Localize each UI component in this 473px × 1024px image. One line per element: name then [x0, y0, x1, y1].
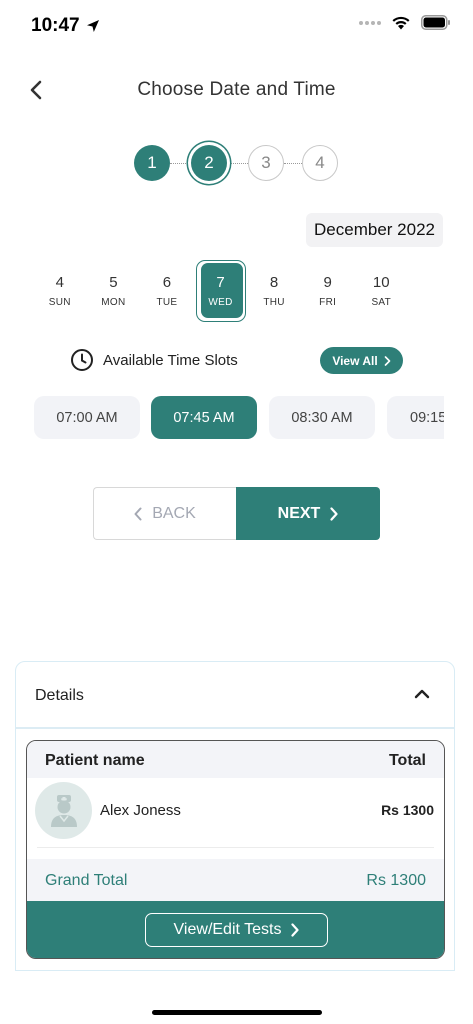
day-fri[interactable]: 9 FRI: [301, 262, 355, 322]
chevron-up-icon: [414, 689, 430, 699]
location-arrow-icon: [86, 20, 99, 32]
details-title: Details: [35, 687, 84, 704]
grand-total-row: Grand Total Rs 1300: [27, 859, 444, 901]
time-slot-list[interactable]: 07:00 AM 07:45 AM 08:30 AM 09:15 AM: [34, 396, 444, 442]
row-divider: [37, 847, 434, 848]
progress-stepper: 1 2 3 4: [0, 143, 473, 185]
month-selector[interactable]: December 2022: [306, 213, 443, 247]
day-wed-selected[interactable]: 7 WED: [194, 260, 248, 322]
details-panel: Details Patient name Total Alex Joness R…: [15, 661, 455, 971]
step-connector: [228, 163, 250, 164]
cellular-signal-icon: [359, 20, 381, 25]
day-number: 5: [109, 274, 118, 291]
step-connector: [170, 163, 192, 164]
chevron-right-icon: [291, 923, 300, 937]
view-all-button[interactable]: View All: [320, 347, 403, 374]
day-number: 10: [372, 274, 390, 291]
next-button[interactable]: NEXT: [236, 487, 380, 540]
summary-footer: View/Edit Tests: [27, 901, 444, 958]
status-icons: [359, 15, 451, 30]
time-slot-selected[interactable]: 07:45 AM: [151, 396, 257, 439]
clock-icon: [71, 349, 93, 371]
day-name: TUE: [156, 297, 178, 308]
day-thu[interactable]: 8 THU: [247, 262, 301, 322]
doctor-user-icon: [50, 794, 77, 827]
step-2: 2: [191, 145, 227, 181]
home-indicator[interactable]: [152, 1010, 322, 1015]
day-name: SUN: [48, 297, 71, 308]
view-edit-tests-label: View/Edit Tests: [173, 921, 282, 938]
patient-total: Rs 1300: [381, 802, 434, 818]
header: Choose Date and Time: [0, 70, 473, 110]
page-title: Choose Date and Time: [137, 79, 336, 100]
step-connector: [284, 163, 302, 164]
chevron-left-icon: [134, 507, 142, 520]
day-name: SAT: [371, 297, 392, 308]
status-time: 10:47: [31, 15, 100, 37]
status-time-text: 10:47: [31, 15, 80, 36]
time-slots-heading: Available Time Slots: [103, 352, 238, 369]
summary-header-row: Patient name Total: [27, 741, 444, 778]
day-number: 9: [323, 274, 332, 291]
day-number: 6: [162, 274, 172, 291]
day-sun[interactable]: 4 SUN: [33, 262, 87, 322]
selected-day-outline: [195, 260, 246, 322]
order-summary-card: Patient name Total Alex Joness Rs 1300 G…: [26, 740, 445, 959]
view-edit-tests-button[interactable]: View/Edit Tests: [145, 913, 328, 947]
patient-name-column: Patient name: [45, 752, 145, 769]
patient-name: Alex Joness: [100, 802, 181, 819]
time-slot[interactable]: 08:30 AM: [269, 396, 375, 439]
step-4: 4: [302, 145, 338, 181]
grand-total-label: Grand Total: [45, 872, 128, 889]
chevron-right-icon: [330, 506, 338, 521]
next-button-label: NEXT: [277, 504, 321, 522]
day-name: FRI: [319, 297, 337, 308]
step-navigation: BACK NEXT: [93, 487, 380, 540]
battery-icon: [421, 15, 450, 30]
time-slot[interactable]: 07:00 AM: [34, 396, 140, 439]
grand-total-value: Rs 1300: [366, 872, 426, 889]
step-1: 1: [134, 145, 170, 181]
day-name: MON: [101, 297, 126, 308]
status-bar: 10:47: [0, 0, 473, 50]
day-number: 4: [55, 274, 64, 291]
back-button-label: BACK: [152, 504, 196, 522]
day-sat[interactable]: 10 SAT: [354, 262, 408, 322]
time-slot[interactable]: 09:15 AM: [387, 396, 444, 439]
day-tue[interactable]: 6 TUE: [140, 262, 194, 322]
view-all-label: View All: [332, 353, 378, 368]
patient-row: Alex Joness Rs 1300: [27, 778, 444, 848]
patient-avatar: [35, 782, 92, 839]
back-button[interactable]: BACK: [93, 487, 236, 540]
details-toggle[interactable]: Details: [16, 662, 454, 729]
total-column: Total: [388, 752, 426, 769]
chevron-right-icon: [384, 355, 390, 366]
day-mon[interactable]: 5 MON: [87, 262, 141, 322]
day-number: 7: [216, 274, 225, 291]
day-picker: 4 SUN 5 MON 6 TUE 7 WED 8 THU 9 FRI 10 S…: [33, 260, 408, 322]
day-name: WED: [208, 297, 233, 308]
time-slots-header: Available Time Slots View All: [70, 346, 405, 376]
wifi-icon: [392, 16, 410, 30]
step-3: 3: [248, 145, 284, 181]
day-number: 8: [269, 274, 279, 291]
day-name: THU: [263, 297, 285, 308]
